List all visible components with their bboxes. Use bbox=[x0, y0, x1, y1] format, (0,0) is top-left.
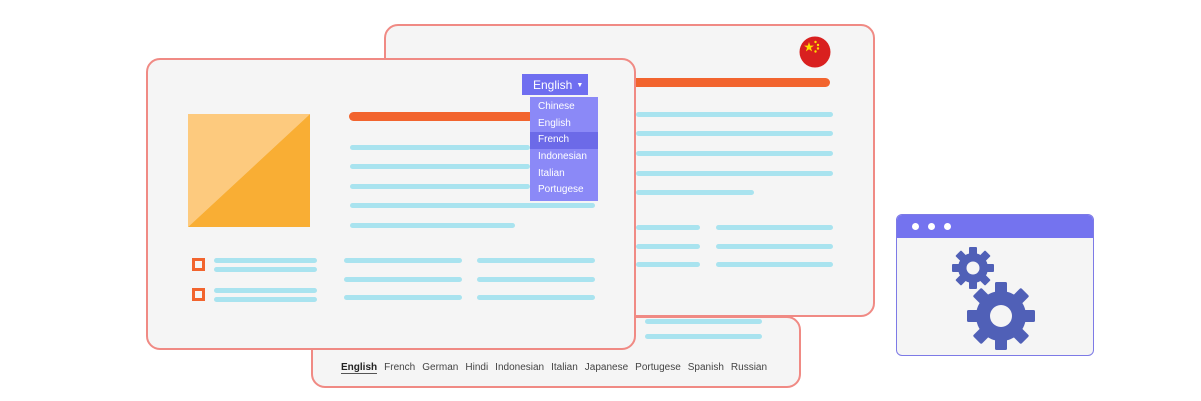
front-card-line bbox=[477, 277, 595, 282]
dropdown-option[interactable]: Indonesian bbox=[530, 149, 598, 166]
dropdown-option[interactable]: English bbox=[530, 116, 598, 133]
back-card-line bbox=[636, 262, 700, 267]
language-dropdown-button[interactable]: English ▼ bbox=[522, 74, 588, 95]
back-card-line bbox=[636, 190, 754, 195]
language-dropdown-menu: Chinese English French Indonesian Italia… bbox=[530, 97, 598, 202]
image-placeholder bbox=[188, 114, 310, 227]
settings-titlebar bbox=[897, 215, 1093, 238]
back-card-line bbox=[636, 244, 700, 249]
front-card-line bbox=[477, 258, 595, 263]
language-link[interactable]: Indonesian bbox=[495, 362, 544, 374]
front-card-line bbox=[214, 258, 317, 263]
language-link[interactable]: Russian bbox=[731, 362, 767, 374]
language-link[interactable]: French bbox=[384, 362, 415, 374]
back-card-line bbox=[716, 262, 833, 267]
china-flag-icon bbox=[799, 36, 831, 68]
dropdown-option[interactable]: Chinese bbox=[530, 99, 598, 116]
language-bar: English French German Hindi Indonesian I… bbox=[341, 362, 767, 374]
front-card-line bbox=[214, 267, 317, 272]
back-card-bottom-line bbox=[645, 334, 762, 339]
dropdown-option[interactable]: Portugese bbox=[530, 182, 598, 199]
language-link[interactable]: German bbox=[422, 362, 458, 374]
window-dot-icon bbox=[912, 223, 919, 230]
language-link[interactable]: Japanese bbox=[585, 362, 628, 374]
back-card-line bbox=[636, 171, 833, 176]
front-card-line bbox=[344, 277, 462, 282]
front-card-line bbox=[214, 288, 317, 293]
language-link[interactable]: English bbox=[341, 362, 378, 374]
back-card-line bbox=[636, 151, 833, 156]
back-card-line bbox=[716, 225, 833, 230]
front-card-line bbox=[214, 297, 317, 302]
front-card-line bbox=[350, 223, 515, 228]
dropdown-option-highlighted[interactable]: French bbox=[530, 132, 598, 150]
front-card-line bbox=[350, 203, 595, 208]
back-card-line bbox=[636, 112, 833, 117]
front-card-line bbox=[477, 295, 595, 300]
dropdown-selected-label: English bbox=[533, 78, 573, 92]
checkbox[interactable] bbox=[192, 288, 205, 301]
back-card-line bbox=[636, 131, 833, 136]
caret-down-icon: ▼ bbox=[576, 82, 584, 89]
language-link[interactable]: Portugese bbox=[635, 362, 681, 374]
window-dot-icon bbox=[944, 223, 951, 230]
language-link[interactable]: Spanish bbox=[688, 362, 724, 374]
gear-icon bbox=[967, 282, 1035, 350]
front-card-line bbox=[350, 145, 530, 150]
front-card-line bbox=[344, 258, 462, 263]
language-link[interactable]: Italian bbox=[551, 362, 578, 374]
back-card-line bbox=[716, 244, 833, 249]
front-card-line bbox=[350, 164, 530, 169]
window-dot-icon bbox=[928, 223, 935, 230]
checkbox[interactable] bbox=[192, 258, 205, 271]
front-card-title-bar bbox=[349, 112, 534, 121]
back-card-bottom-line bbox=[645, 319, 762, 324]
language-link[interactable]: Hindi bbox=[465, 362, 488, 374]
dropdown-option[interactable]: Italian bbox=[530, 166, 598, 183]
front-card-line bbox=[344, 295, 462, 300]
front-card-line bbox=[350, 184, 530, 189]
back-card-line bbox=[636, 225, 700, 230]
